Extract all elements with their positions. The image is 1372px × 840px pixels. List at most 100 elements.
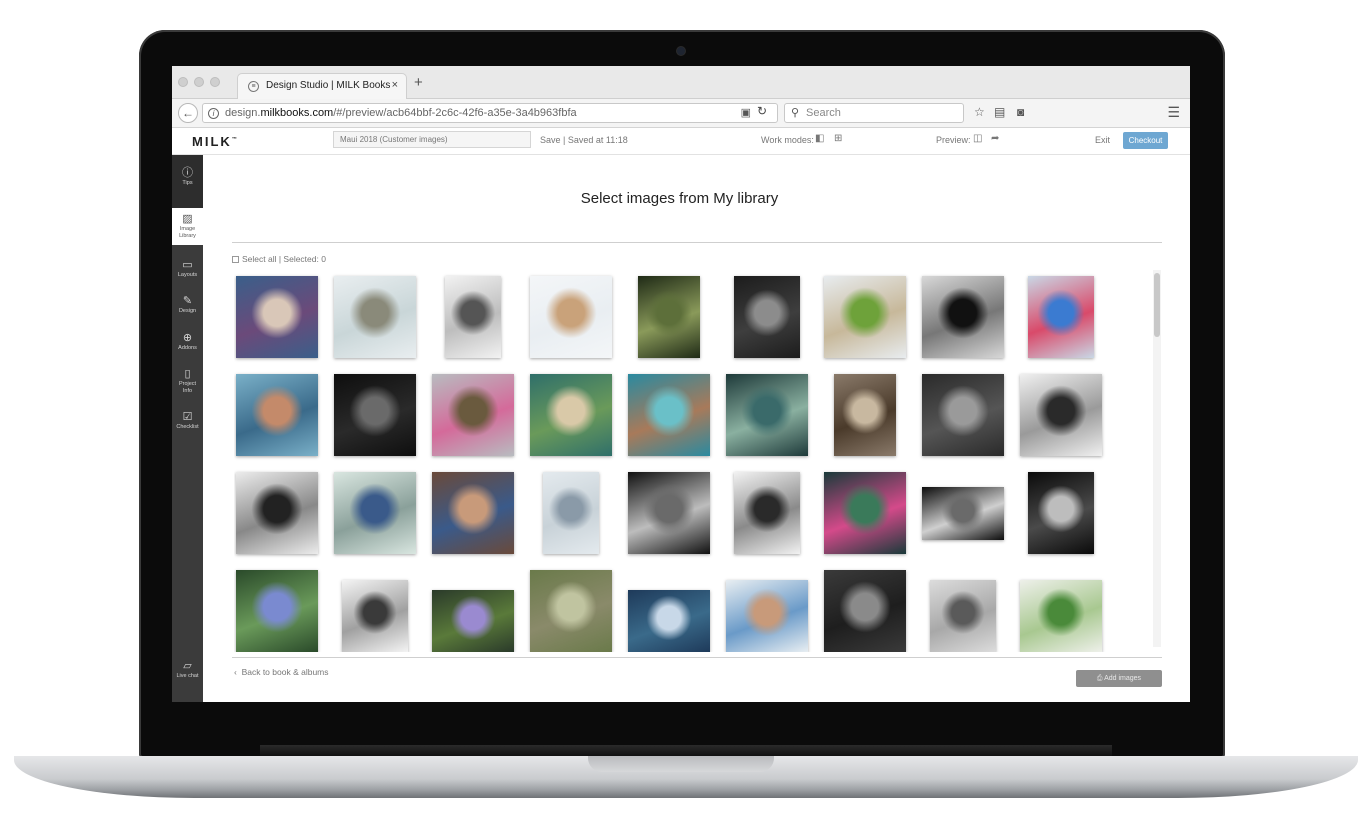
screen: ≡ Design Studio | MILK Books × + ← i des… <box>172 66 1190 702</box>
photo-thumbnail-girl-with-hat[interactable] <box>530 276 612 358</box>
photo-thumbnail-boy-in-snow[interactable] <box>334 472 416 554</box>
sidebar-item-label: Project Info <box>178 381 197 394</box>
photo-thumbnail-girl-fur-hat-bw[interactable] <box>922 276 1004 358</box>
photo-thumbnail-two-girls[interactable] <box>726 580 808 652</box>
preview-label: Preview: <box>936 135 971 145</box>
sidebar-item-design[interactable]: ✎ Design <box>172 290 203 320</box>
photo-thumbnail-boy-with-dog-bw[interactable] <box>734 472 800 554</box>
add-images-button[interactable]: ⎙ Add images <box>1076 670 1162 687</box>
document-icon: ▯ <box>184 368 191 380</box>
window-close-button[interactable] <box>178 77 188 87</box>
photo-thumbnail-white-petals[interactable] <box>628 590 710 652</box>
checklist-icon: ☑ <box>182 411 193 423</box>
photo-thumbnail-mossy-tree[interactable] <box>638 276 700 358</box>
photo-thumbnail-girl-in-forest[interactable] <box>726 374 808 456</box>
photo-thumbnail-girl-in-snow[interactable] <box>1028 276 1094 358</box>
photo-thumbnail-lavender-flowers[interactable] <box>432 590 514 652</box>
photo-thumbnail-mossy-rock[interactable] <box>530 570 612 652</box>
new-tab-icon[interactable]: + <box>414 74 423 91</box>
photo-thumbnail-thistle-flowers[interactable] <box>236 570 318 652</box>
photo-thumbnail-family-hug[interactable] <box>236 374 318 456</box>
photo-thumbnail-dock-on-water[interactable] <box>543 472 599 554</box>
divider <box>232 242 1162 243</box>
photo-thumbnail-girl-with-cat-bw[interactable] <box>342 580 408 652</box>
photo-thumbnail-girl-lying-bw[interactable] <box>922 487 1004 540</box>
reload-icon[interactable]: ↻ <box>757 104 767 118</box>
page-title: Select images from My library <box>580 190 779 207</box>
reader-icon[interactable]: ▣ <box>741 106 751 119</box>
share-icon[interactable]: ➦ <box>991 133 999 144</box>
window-maximize-button[interactable] <box>210 77 220 87</box>
sidebar-item-image-library[interactable]: ▨ Image Library <box>172 208 203 245</box>
sidebar-item-addons[interactable]: ⊕ Addons <box>172 327 203 357</box>
work-modes-label: Work modes: <box>761 135 814 145</box>
search-placeholder: Search <box>806 107 841 119</box>
star-icon[interactable]: ☆ <box>974 105 985 119</box>
photo-thumbnail-green-leaves[interactable] <box>1020 580 1102 652</box>
clipboard-icon[interactable]: ▤ <box>994 105 1005 119</box>
search-icon: ⚲ <box>791 107 800 119</box>
select-all-checkbox[interactable]: Select all | Selected: 0 <box>232 254 326 264</box>
info-icon: ⓘ <box>182 167 193 179</box>
save-status[interactable]: Save | Saved at 11:18 <box>540 135 628 145</box>
menu-icon[interactable]: ☰ <box>1167 104 1180 121</box>
url-bar[interactable]: i design.milkbooks.com/#/preview/acb64bb… <box>202 103 778 123</box>
tab-close-icon[interactable]: × <box>392 79 398 91</box>
sidebar-item-label: Checklist <box>176 424 199 430</box>
sidebar-item-label: Image Library <box>179 226 196 239</box>
add-images-label: Add images <box>1104 675 1142 682</box>
sidebar-item-checklist[interactable]: ☑ Checklist <box>172 406 203 436</box>
sidebar-item-project-info[interactable]: ▯ Project Info <box>172 363 203 401</box>
photo-thumbnail-kids-swimming-bw[interactable] <box>922 374 1004 456</box>
milk-logo[interactable]: MILK™ <box>192 134 237 149</box>
photo-thumbnail-dog-on-lawn[interactable] <box>824 276 906 358</box>
sidebar-item-layouts[interactable]: ▭ Layouts <box>172 254 203 284</box>
photo-thumbnail-girls-at-foosball[interactable] <box>530 374 612 456</box>
photo-thumbnail-wood-planks-bw[interactable] <box>824 570 906 652</box>
photo-thumbnail-fluffy-dog[interactable] <box>334 276 416 358</box>
search-input[interactable]: ⚲ Search <box>784 103 964 123</box>
photo-thumbnail-pink-flowers[interactable] <box>824 472 906 554</box>
photo-thumbnail-girl-with-dog-bw[interactable] <box>1028 472 1094 554</box>
sidebar-item-label: Live chat <box>176 673 199 679</box>
sidebar-item-label: Addons <box>178 345 197 351</box>
back-arrow-icon[interactable]: ← <box>178 103 198 123</box>
grid-mode-icon[interactable]: ⊞ <box>834 133 842 144</box>
sidebar-item-live-chat[interactable]: ▱ Live chat <box>172 655 203 685</box>
photo-thumbnail-mother-daughter-bw[interactable] <box>930 580 996 652</box>
info-icon[interactable]: i <box>208 108 219 119</box>
pocket-icon[interactable]: ◙ <box>1017 105 1024 119</box>
photo-thumbnail-kid-on-tracks[interactable] <box>834 374 896 456</box>
favicon-icon: ≡ <box>248 81 259 92</box>
sidebar-item-tips[interactable]: ⓘ Tips <box>172 155 203 208</box>
exit-link[interactable]: Exit <box>1095 135 1110 145</box>
book-preview-icon[interactable]: ◫ <box>973 133 982 144</box>
checkout-button[interactable]: Checkout <box>1123 132 1168 149</box>
photo-thumbnail-girl-holding-hands[interactable] <box>432 472 514 554</box>
window-minimize-button[interactable] <box>194 77 204 87</box>
photo-thumbnail-child-by-window-bw[interactable] <box>334 374 416 456</box>
checkbox-icon[interactable] <box>232 256 239 263</box>
pencil-icon: ✎ <box>182 295 193 307</box>
photo-thumbnail-kid-in-lake[interactable] <box>628 374 710 456</box>
select-all-label: Select all | Selected: 0 <box>242 254 326 264</box>
layouts-icon: ▭ <box>182 259 193 271</box>
photo-thumbnail-child-blowing-bw[interactable] <box>1020 374 1102 456</box>
tab-title: Design Studio | MILK Books <box>266 80 391 91</box>
back-link-label: Back to book & albums <box>241 667 329 677</box>
divider <box>232 657 1162 658</box>
browser-tab[interactable]: ≡ Design Studio | MILK Books × <box>237 73 407 100</box>
chat-icon: ▱ <box>183 660 192 672</box>
laptop-hinge <box>260 745 1112 756</box>
photo-thumbnail-girl-in-blanket[interactable] <box>236 276 318 358</box>
single-page-mode-icon[interactable]: ◧ <box>815 133 824 144</box>
photo-thumbnail-child-at-table-bw[interactable] <box>734 276 800 358</box>
photo-thumbnail-girl-fur-hat-2-bw[interactable] <box>628 472 710 554</box>
scrollbar-thumb[interactable] <box>1154 273 1160 337</box>
photo-thumbnail-kids-on-pier-bw[interactable] <box>236 472 318 554</box>
photo-thumbnail-girl-in-field[interactable] <box>432 374 514 456</box>
browser-nav-bar: ← i design.milkbooks.com/#/preview/acb64… <box>172 99 1190 128</box>
back-to-albums-link[interactable]: ‹ Back to book & albums <box>234 667 329 677</box>
project-name-field[interactable]: Maui 2018 (Customer images) <box>333 131 531 148</box>
photo-thumbnail-girl-portrait-bw[interactable] <box>445 276 501 358</box>
